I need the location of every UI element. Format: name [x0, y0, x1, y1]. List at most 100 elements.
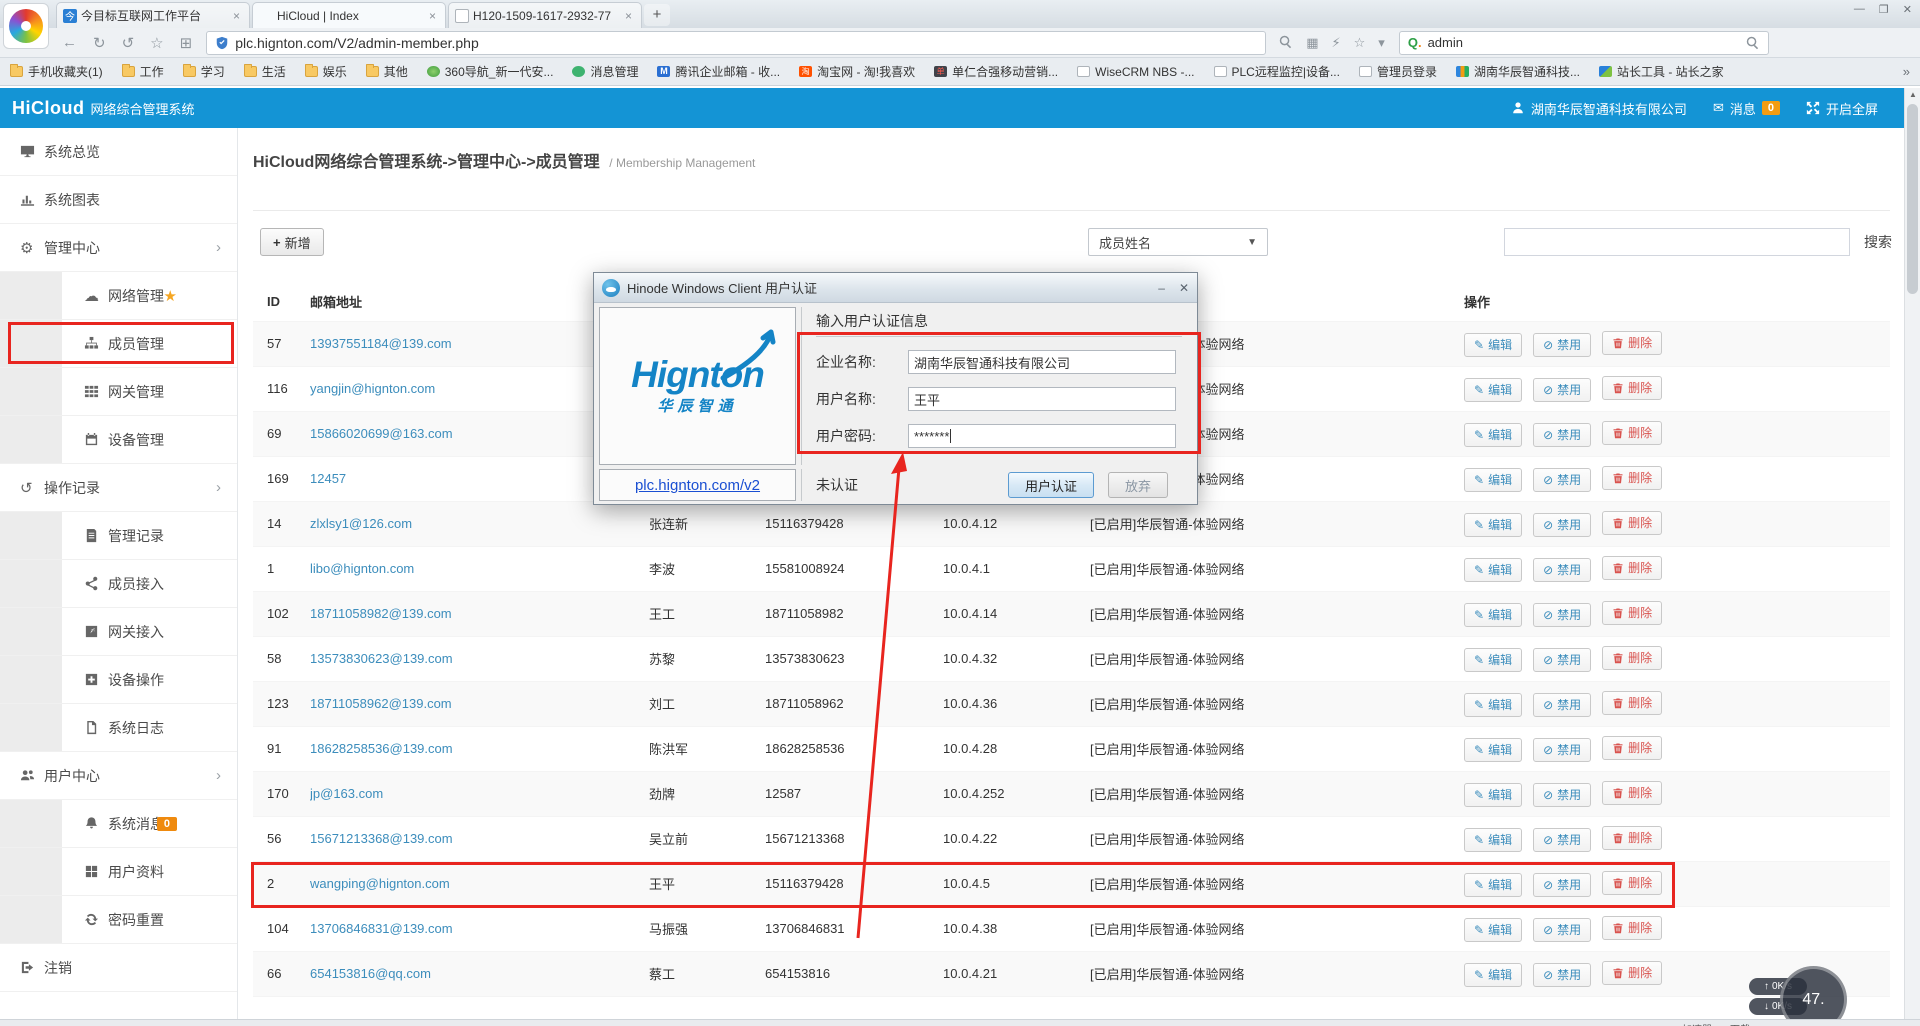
email-link[interactable]: 13573830623@139.com: [310, 651, 453, 666]
edit-button[interactable]: ✎编辑: [1464, 963, 1522, 987]
email-link[interactable]: 18711058962@139.com: [310, 696, 452, 711]
edit-button[interactable]: ✎编辑: [1464, 648, 1522, 672]
bookmarks-overflow-icon[interactable]: »: [1903, 64, 1910, 79]
table-row[interactable]: 66654153816@qq.com蔡工65415381610.0.4.21[已…: [253, 951, 1890, 996]
delete-button[interactable]: 删除: [1602, 556, 1662, 580]
delete-button[interactable]: 删除: [1602, 331, 1662, 355]
disable-button[interactable]: ⊘禁用: [1533, 468, 1591, 492]
browser-tab[interactable]: HiCloud | Index×: [252, 2, 446, 28]
tab-close-icon[interactable]: ×: [230, 9, 243, 23]
email-link[interactable]: yangjin@hignton.com: [310, 381, 435, 396]
member-filter-select[interactable]: 成员姓名 ▼: [1088, 228, 1268, 256]
disable-button[interactable]: ⊘禁用: [1533, 783, 1591, 807]
hignton-link[interactable]: plc.hignton.com/v2: [635, 477, 760, 494]
extensions-lightning-icon[interactable]: ⚡: [1331, 35, 1340, 51]
sidebar-item-plus-square[interactable]: 设备操作: [0, 656, 237, 704]
bookmark-item[interactable]: 工作: [122, 63, 164, 80]
bookmark-item[interactable]: 360导航_新一代安...: [427, 63, 554, 80]
sidebar-item-bell[interactable]: 系统消息0: [0, 800, 237, 848]
email-link[interactable]: 15866020699@163.com: [310, 426, 453, 441]
search-icon[interactable]: [1745, 35, 1760, 50]
delete-button[interactable]: 删除: [1602, 871, 1662, 895]
sidebar-item-refresh[interactable]: 密码重置: [0, 896, 237, 944]
url-input[interactable]: [235, 35, 1257, 51]
bookmark-item[interactable]: WiseCRM NBS -...: [1077, 65, 1194, 79]
browser-search-input[interactable]: [1428, 35, 1739, 50]
table-row[interactable]: 5813573830623@139.com苏黎1357383062310.0.4…: [253, 636, 1890, 681]
text-input[interactable]: 王平: [908, 387, 1176, 411]
email-link[interactable]: zlxlsy1@126.com: [310, 516, 412, 531]
sidebar-item-sitemap[interactable]: 成员管理: [0, 320, 237, 368]
sidebar-item-logout[interactable]: 注销: [0, 944, 237, 992]
fullscreen-button[interactable]: 开启全屏: [1806, 99, 1878, 118]
sidebar-item-monitor[interactable]: 系统总览: [0, 128, 237, 176]
bookmark-item[interactable]: 站长工具 - 站长之家: [1599, 63, 1724, 80]
bookmark-item[interactable]: 单单仁合强移动营销...: [934, 63, 1058, 80]
address-bar[interactable]: [206, 31, 1266, 55]
edit-button[interactable]: ✎编辑: [1464, 558, 1522, 582]
delete-button[interactable]: 删除: [1602, 916, 1662, 940]
accelerator-ball[interactable]: 47.: [1780, 966, 1847, 1026]
edit-button[interactable]: ✎编辑: [1464, 738, 1522, 762]
sidebar-item-history[interactable]: ↺操作记录›: [0, 464, 237, 512]
edit-button[interactable]: ✎编辑: [1464, 873, 1522, 897]
sidebar-item-share-square[interactable]: 网关接入: [0, 608, 237, 656]
delete-button[interactable]: 删除: [1602, 691, 1662, 715]
statusbar-item[interactable]: 下载: [1730, 1021, 1750, 1026]
search-button[interactable]: 搜索: [1856, 228, 1900, 256]
table-row[interactable]: 1libo@hignton.com李波1558100892410.0.4.1[已…: [253, 546, 1890, 591]
sidebar-item-users[interactable]: 用户中心›: [0, 752, 237, 800]
email-link[interactable]: 13937551184@139.com: [310, 336, 452, 351]
bookmark-item[interactable]: 其他: [366, 63, 408, 80]
delete-button[interactable]: 删除: [1602, 511, 1662, 535]
delete-button[interactable]: 删除: [1602, 961, 1662, 985]
email-link[interactable]: libo@hignton.com: [310, 561, 414, 576]
table-row[interactable]: 14zlxlsy1@126.com张连新1511637942810.0.4.12…: [253, 501, 1890, 546]
bookmark-item[interactable]: 消息管理: [572, 63, 638, 80]
messages-menu[interactable]: ✉ 消息 0: [1713, 99, 1780, 118]
company-menu[interactable]: 湖南华辰智通科技有限公司: [1511, 99, 1687, 118]
disable-button[interactable]: ⊘禁用: [1533, 693, 1591, 717]
delete-button[interactable]: 删除: [1602, 376, 1662, 400]
email-link[interactable]: 13706846831@139.com: [310, 921, 453, 936]
password-input[interactable]: *******: [908, 424, 1176, 448]
zoom-icon[interactable]: [1278, 34, 1293, 52]
disable-button[interactable]: ⊘禁用: [1533, 828, 1591, 852]
tab-close-icon[interactable]: ×: [426, 9, 439, 23]
edit-button[interactable]: ✎编辑: [1464, 603, 1522, 627]
bookmark-item[interactable]: M腾讯企业邮箱 - 收...: [657, 63, 780, 80]
table-row[interactable]: 12318711058962@139.com刘工1871105896210.0.…: [253, 681, 1890, 726]
table-row[interactable]: 170jp@163.com劲牌1258710.0.4.252[已启用]华辰智通-…: [253, 771, 1890, 816]
minimize-window-icon[interactable]: —: [1854, 3, 1865, 16]
sidebar-item-file-text[interactable]: 管理记录: [0, 512, 237, 560]
edit-button[interactable]: ✎编辑: [1464, 468, 1522, 492]
disable-button[interactable]: ⊘禁用: [1533, 603, 1591, 627]
table-row[interactable]: 5615671213368@139.com吴立前1567121336810.0.…: [253, 816, 1890, 861]
table-row[interactable]: 10218711058982@139.com王工1871105898210.0.…: [253, 591, 1890, 636]
email-link[interactable]: 654153816@qq.com: [310, 966, 431, 981]
disable-button[interactable]: ⊘禁用: [1533, 558, 1591, 582]
browser-tab[interactable]: H120-1509-1617-2932-77×: [448, 2, 642, 28]
sidebar-item-grid[interactable]: 网关管理: [0, 368, 237, 416]
dialog-minimize-icon[interactable]: –: [1158, 281, 1165, 295]
scroll-up-icon[interactable]: ▲: [1905, 90, 1920, 99]
edit-button[interactable]: ✎编辑: [1464, 828, 1522, 852]
disable-button[interactable]: ⊘禁用: [1533, 873, 1591, 897]
text-input[interactable]: 湖南华辰智通科技有限公司: [908, 350, 1176, 374]
sidebar-item-gears[interactable]: ⚙管理中心›: [0, 224, 237, 272]
email-link[interactable]: jp@163.com: [310, 786, 383, 801]
email-link[interactable]: wangping@hignton.com: [310, 876, 450, 891]
bookmark-item[interactable]: 手机收藏夹(1): [10, 63, 103, 80]
browser-tab[interactable]: 今今目标互联网工作平台×: [56, 2, 250, 28]
edit-button[interactable]: ✎编辑: [1464, 423, 1522, 447]
sidebar-item-th-large[interactable]: 用户资料: [0, 848, 237, 896]
bookmark-item[interactable]: 湖南华辰智通科技...: [1456, 63, 1580, 80]
disable-button[interactable]: ⊘禁用: [1533, 333, 1591, 357]
edit-button[interactable]: ✎编辑: [1464, 918, 1522, 942]
sidebar-item-calendar[interactable]: 设备管理: [0, 416, 237, 464]
favorite-star-icon[interactable]: ☆: [150, 34, 163, 52]
delete-button[interactable]: 删除: [1602, 646, 1662, 670]
bookmark-item[interactable]: 学习: [183, 63, 225, 80]
maximize-window-icon[interactable]: ❐: [1879, 3, 1889, 16]
add-member-button[interactable]: + 新增: [260, 228, 324, 256]
